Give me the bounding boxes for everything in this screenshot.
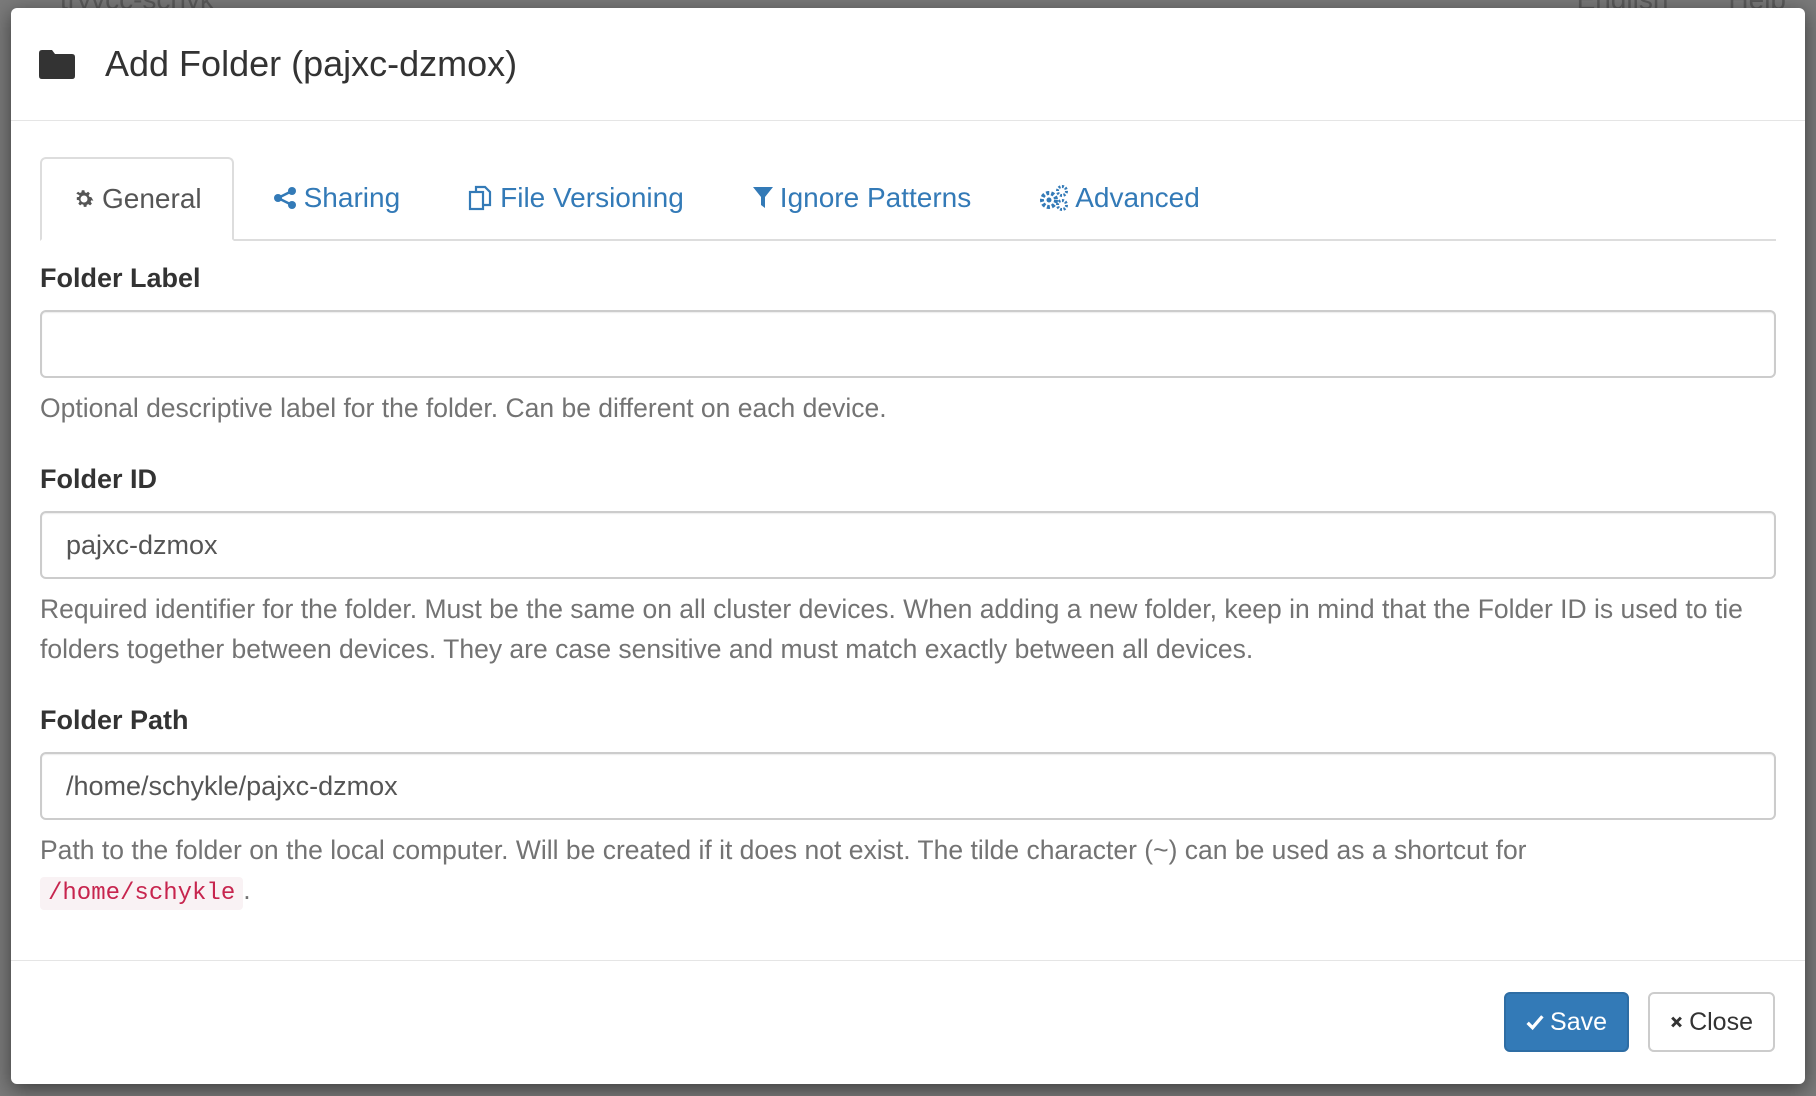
dialog-header: Add Folder (pajxc-dzmox) [11, 8, 1805, 121]
dialog-footer: Save Close [11, 960, 1805, 1084]
folder-label-group: Folder Label Optional descriptive label … [40, 263, 1776, 428]
filter-icon [752, 187, 773, 208]
folder-path-input[interactable] [40, 752, 1776, 820]
save-button[interactable]: Save [1504, 992, 1629, 1052]
folder-icon [39, 49, 75, 79]
share-icon [273, 187, 296, 209]
save-button-label: Save [1550, 1007, 1607, 1036]
folder-path-label: Folder Path [40, 705, 189, 735]
folder-path-help-text: Path to the folder on the local computer… [40, 835, 1527, 865]
tab-advanced[interactable]: Advanced [1009, 157, 1230, 239]
close-button-label: Close [1689, 1007, 1753, 1036]
check-icon [1526, 1015, 1544, 1031]
tab-general-label: General [102, 183, 202, 214]
folder-label-label: Folder Label [40, 263, 201, 293]
folder-label-input[interactable] [40, 310, 1776, 378]
tab-file-versioning[interactable]: File Versioning [438, 157, 714, 239]
tab-ignore-patterns-label: Ignore Patterns [779, 182, 972, 213]
folder-id-help: Required identifier for the folder. Must… [40, 594, 1743, 664]
tab-ignore-patterns[interactable]: Ignore Patterns [722, 157, 1001, 239]
tab-advanced-label: Advanced [1075, 182, 1200, 213]
tab-bar: General Sharing File Versioning Ignore P… [40, 157, 1776, 241]
tab-general[interactable]: General [40, 157, 234, 241]
folder-label-help: Optional descriptive label for the folde… [40, 393, 887, 423]
dialog-body: General Sharing File Versioning Ignore P… [11, 157, 1805, 914]
tab-sharing-label: Sharing [303, 182, 401, 213]
tab-sharing[interactable]: Sharing [242, 157, 431, 239]
folder-path-help-suffix: . [243, 875, 251, 905]
close-button[interactable]: Close [1648, 992, 1775, 1052]
add-folder-dialog: Add Folder (pajxc-dzmox) General Sharing… [11, 8, 1805, 1084]
cogs-icon [1040, 185, 1069, 211]
folder-id-label: Folder ID [40, 464, 158, 494]
tab-file-versioning-label: File Versioning [500, 182, 684, 213]
folder-path-group: Folder Path Path to the folder on the lo… [40, 705, 1776, 914]
gear-icon [76, 190, 94, 207]
close-icon [1671, 1016, 1682, 1028]
copy-icon [469, 185, 492, 211]
home-path-code: /home/schykle [40, 877, 244, 910]
folder-id-input[interactable] [40, 511, 1776, 579]
dialog-title: Add Folder (pajxc-dzmox) [105, 43, 518, 84]
folder-id-group: Folder ID Required identifier for the fo… [40, 464, 1776, 669]
folder-path-help: Path to the folder on the local computer… [40, 830, 1776, 914]
